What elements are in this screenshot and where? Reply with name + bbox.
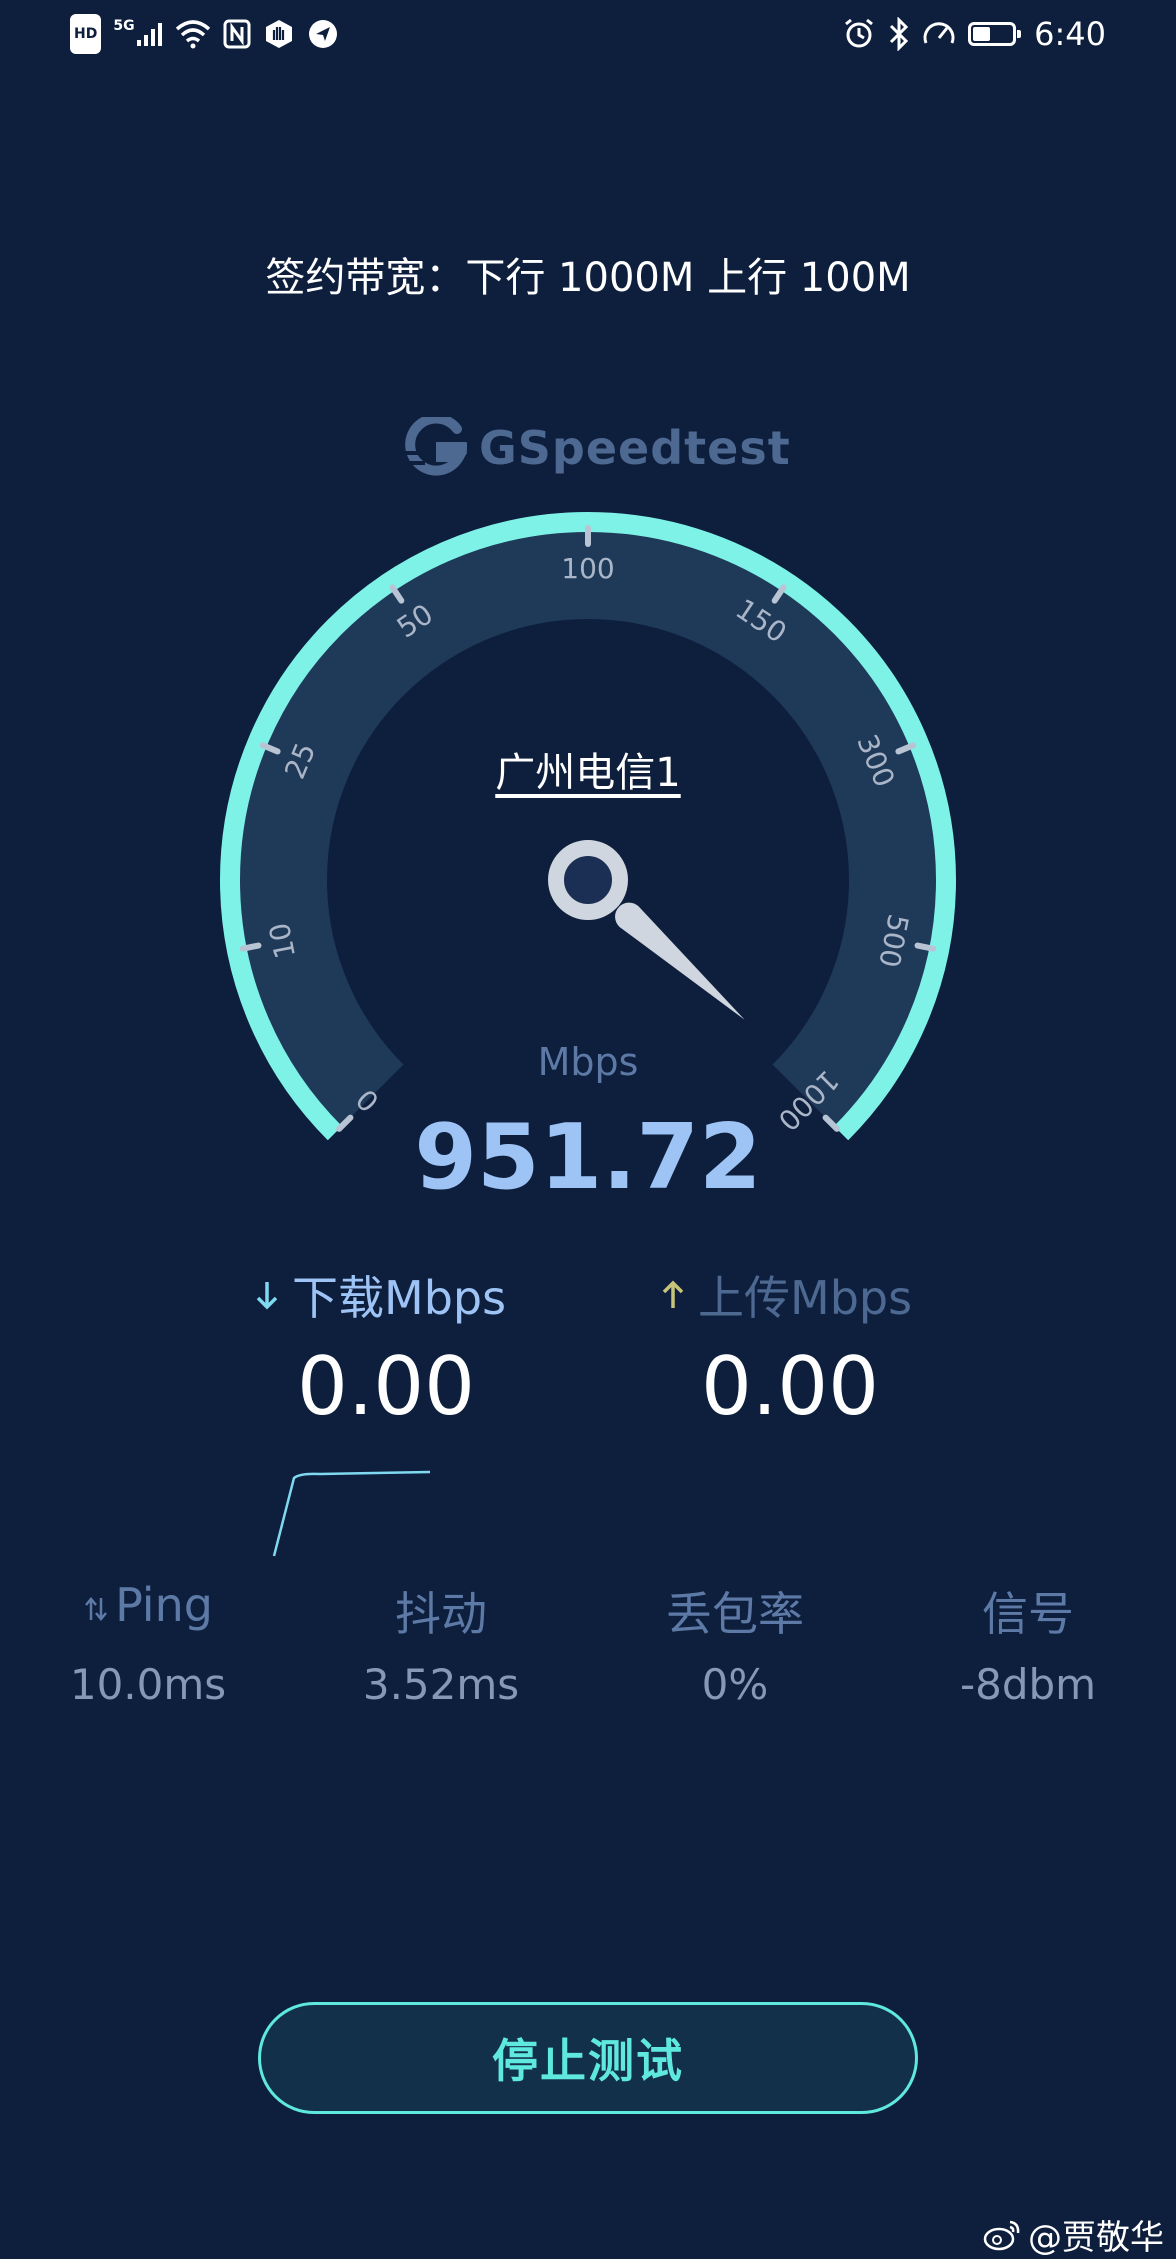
upload-header: 上传Mbps — [658, 1262, 912, 1328]
download-arrow-icon — [256, 1282, 278, 1310]
gauge-tick-label: 100 — [561, 552, 614, 585]
jitter-label: 抖动 — [395, 1587, 487, 1641]
weibo-watermark: @贾敬华 — [982, 2210, 1164, 2259]
upload-label: 上传Mbps — [698, 1271, 913, 1325]
download-header: 下载Mbps — [252, 1262, 506, 1328]
gauge-needle — [615, 902, 745, 1020]
gauge-track — [221, 513, 955, 1140]
gauge-tick-mark — [914, 942, 937, 952]
current-speed-value: 951.72 — [414, 1105, 762, 1210]
gauge-hub — [548, 840, 628, 920]
speed-trace-line — [272, 1470, 431, 1557]
server-name-link[interactable]: 广州电信1 — [0, 740, 1176, 798]
download-value: 0.00 — [296, 1340, 476, 1433]
signal-label: 信号 — [982, 1587, 1074, 1641]
upload-value: 0.00 — [700, 1340, 880, 1433]
signal-value: -8dbm — [959, 1660, 1097, 1709]
stop-test-button[interactable]: 停止测试 — [258, 2002, 918, 2114]
speed-gauge: 01025501001503005001000 — [220, 512, 956, 1141]
upload-arrow-icon — [662, 1280, 684, 1308]
speed-unit-label: Mbps — [537, 1040, 639, 1084]
jitter-value: 3.52ms — [362, 1660, 520, 1709]
ping-value: 10.0ms — [69, 1660, 227, 1709]
watermark-text: @贾敬华 — [1028, 2218, 1164, 2258]
weibo-icon — [983, 2220, 1020, 2250]
download-label: 下载Mbps — [292, 1271, 507, 1325]
gauge-tick-mark — [239, 942, 262, 952]
packet-loss-label: 丢包率 — [666, 1587, 804, 1641]
ping-label: Ping — [18, 1578, 278, 1632]
gauge-tick-label: 10 — [263, 920, 302, 961]
ping-arrows-icon — [85, 1596, 108, 1621]
packet-loss-value: 0% — [701, 1660, 769, 1709]
